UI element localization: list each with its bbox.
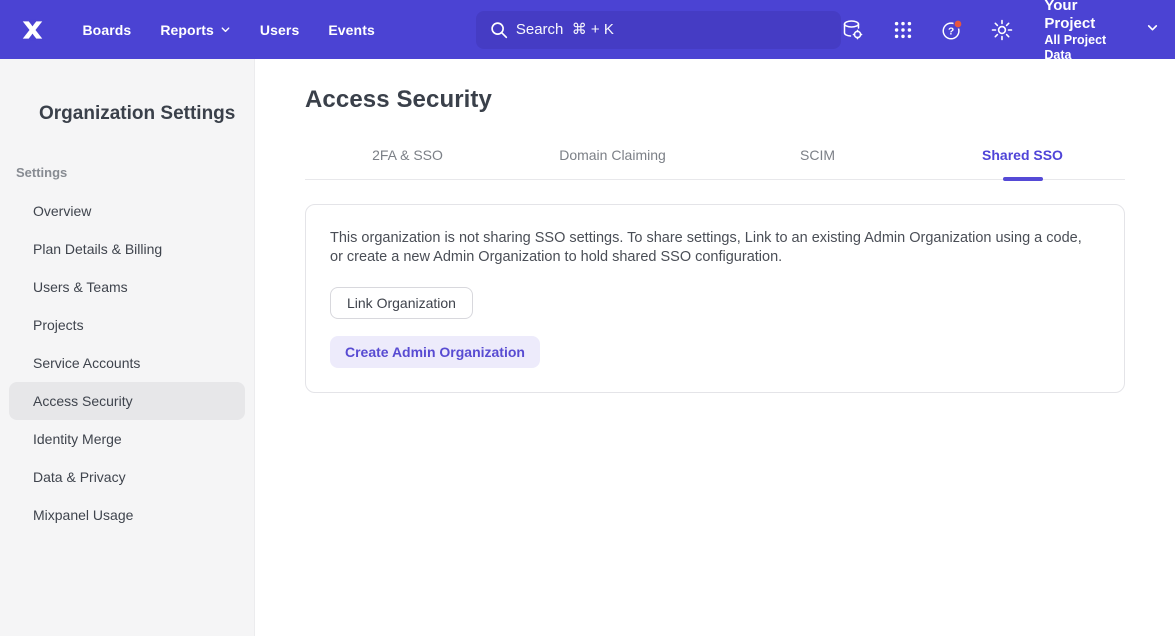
tab-shared-sso[interactable]: Shared SSO bbox=[920, 147, 1125, 179]
data-management-icon[interactable] bbox=[841, 18, 865, 42]
shared-sso-card: This organization is not sharing SSO set… bbox=[305, 204, 1125, 393]
sidebar-item-identity-merge[interactable]: Identity Merge bbox=[9, 420, 245, 458]
sidebar-item-projects[interactable]: Projects bbox=[9, 306, 245, 344]
gear-icon[interactable] bbox=[990, 18, 1014, 42]
svg-text:?: ? bbox=[948, 26, 954, 37]
sidebar-item-users-teams[interactable]: Users & Teams bbox=[9, 268, 245, 306]
nav-item-label: Reports bbox=[160, 22, 214, 38]
tab-domain-claiming[interactable]: Domain Claiming bbox=[510, 147, 715, 179]
active-tab-indicator bbox=[1003, 177, 1043, 181]
nav-item-users[interactable]: Users bbox=[260, 22, 299, 38]
chevron-down-icon bbox=[220, 22, 231, 38]
main-content: Access Security 2FA & SSO Domain Claimin… bbox=[255, 59, 1175, 636]
help-icon[interactable]: ? bbox=[940, 18, 964, 42]
tab-label: SCIM bbox=[800, 147, 835, 163]
tab-scim[interactable]: SCIM bbox=[715, 147, 920, 179]
tab-2fa-sso[interactable]: 2FA & SSO bbox=[305, 147, 510, 179]
top-navigation: Boards Reports Users Events bbox=[0, 0, 1175, 59]
access-security-tabs: 2FA & SSO Domain Claiming SCIM Shared SS… bbox=[305, 147, 1125, 180]
nav-item-events[interactable]: Events bbox=[328, 22, 375, 38]
sidebar-item-access-security[interactable]: Access Security bbox=[9, 382, 245, 420]
sidebar-item-plan-details-billing[interactable]: Plan Details & Billing bbox=[9, 230, 245, 268]
notification-dot bbox=[954, 20, 962, 28]
project-switcher[interactable]: Your Project All Project Data bbox=[1044, 0, 1159, 63]
sidebar-item-mixpanel-usage[interactable]: Mixpanel Usage bbox=[9, 496, 245, 534]
project-scope: All Project Data bbox=[1044, 33, 1132, 63]
sidebar-section-label: Settings bbox=[0, 165, 254, 180]
topnav-right-group: ? Your Project All Project Data bbox=[841, 0, 1159, 63]
project-name: Your Project bbox=[1044, 0, 1132, 33]
nav-item-label: Events bbox=[328, 22, 375, 38]
nav-item-label: Boards bbox=[82, 22, 131, 38]
sidebar-item-overview[interactable]: Overview bbox=[9, 192, 245, 230]
page-title: Access Security bbox=[305, 86, 1125, 114]
create-admin-organization-button[interactable]: Create Admin Organization bbox=[330, 336, 540, 368]
search-input[interactable] bbox=[476, 11, 841, 49]
tab-label: Domain Claiming bbox=[559, 147, 666, 163]
shared-sso-description: This organization is not sharing SSO set… bbox=[330, 229, 1096, 267]
apps-grid-icon[interactable] bbox=[891, 18, 914, 42]
settings-sidebar: Organization Settings Settings Overview … bbox=[0, 59, 255, 636]
primary-nav: Boards Reports Users Events bbox=[82, 22, 374, 38]
link-organization-button[interactable]: Link Organization bbox=[330, 287, 473, 319]
nav-item-label: Users bbox=[260, 22, 299, 38]
tab-label: Shared SSO bbox=[982, 147, 1063, 163]
chevron-down-icon bbox=[1146, 21, 1159, 39]
global-search bbox=[476, 11, 841, 49]
sidebar-title: Organization Settings bbox=[0, 103, 254, 125]
sidebar-item-data-privacy[interactable]: Data & Privacy bbox=[9, 458, 245, 496]
nav-item-reports[interactable]: Reports bbox=[160, 22, 231, 38]
search-icon bbox=[488, 19, 510, 46]
nav-item-boards[interactable]: Boards bbox=[82, 22, 131, 38]
tab-label: 2FA & SSO bbox=[372, 147, 443, 163]
sidebar-nav: Overview Plan Details & Billing Users & … bbox=[0, 192, 254, 534]
sidebar-item-service-accounts[interactable]: Service Accounts bbox=[9, 344, 245, 382]
mixpanel-logo-icon[interactable] bbox=[18, 15, 47, 45]
